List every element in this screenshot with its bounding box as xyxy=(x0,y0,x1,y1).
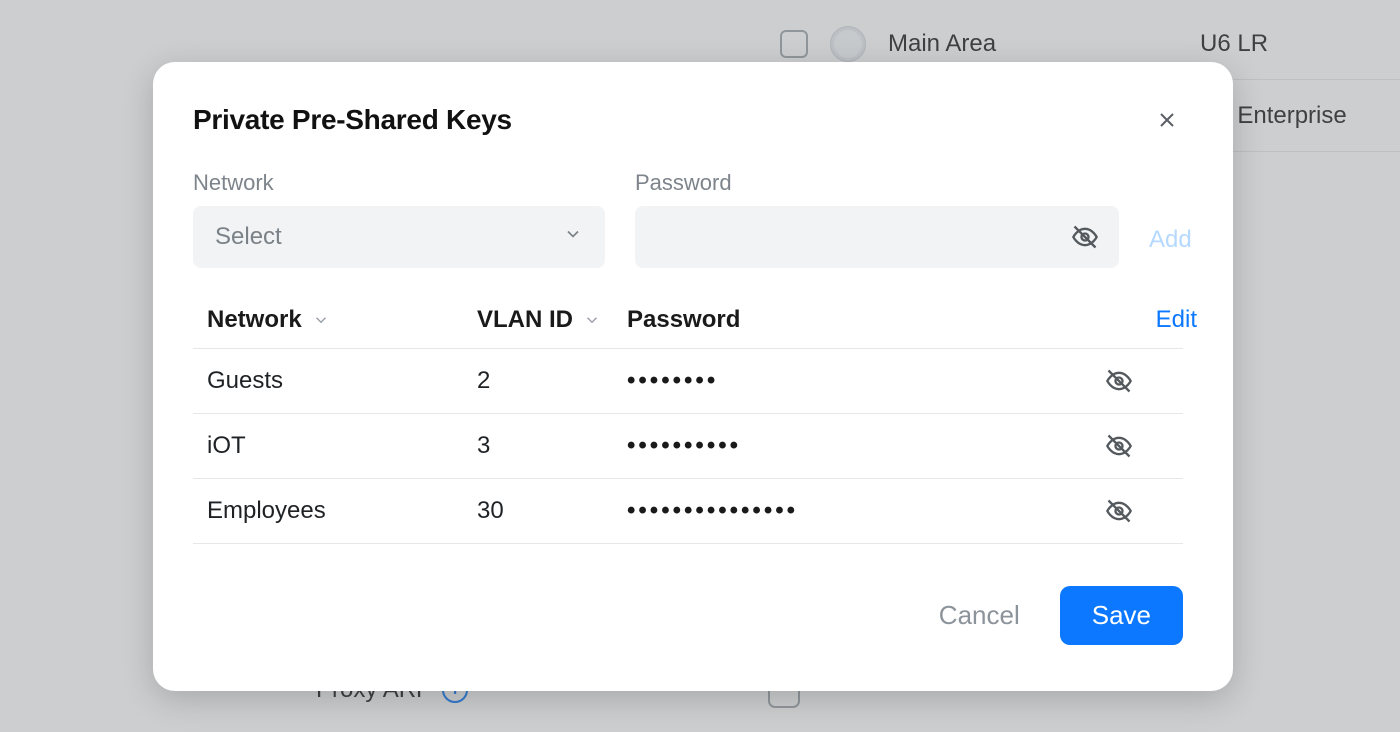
cell-network: Guests xyxy=(207,367,477,395)
cell-vlan: 3 xyxy=(477,432,627,460)
save-button[interactable]: Save xyxy=(1060,586,1183,645)
ppsk-modal: Private Pre-Shared Keys Network Select P… xyxy=(153,62,1233,691)
network-select-placeholder: Select xyxy=(215,223,282,251)
add-button[interactable]: Add xyxy=(1149,226,1192,268)
eye-off-icon xyxy=(1105,367,1133,395)
edit-link[interactable]: Edit xyxy=(1137,306,1197,334)
ppsk-table: Network VLAN ID Password Edit Guests 2 •… xyxy=(193,298,1183,544)
password-field-group: Password xyxy=(635,170,1119,268)
close-icon xyxy=(1155,108,1179,132)
reveal-password[interactable] xyxy=(1101,428,1137,464)
table-row: Guests 2 •••••••• xyxy=(193,349,1183,414)
password-input[interactable] xyxy=(657,223,1067,251)
eye-off-icon xyxy=(1105,432,1133,460)
cell-vlan: 30 xyxy=(477,497,627,525)
chevron-down-icon xyxy=(563,223,583,251)
col-network[interactable]: Network xyxy=(207,306,477,334)
password-label: Password xyxy=(635,170,1119,196)
cancel-button[interactable]: Cancel xyxy=(939,600,1020,631)
toggle-password-visibility[interactable] xyxy=(1067,219,1103,255)
cell-password: ••••••••••••••• xyxy=(627,497,1027,525)
cell-network: iOT xyxy=(207,432,477,460)
cell-vlan: 2 xyxy=(477,367,627,395)
reveal-password[interactable] xyxy=(1101,493,1137,529)
col-password: Password xyxy=(627,306,1027,334)
chevron-down-icon xyxy=(583,311,601,329)
eye-off-icon xyxy=(1105,497,1133,525)
chevron-down-icon xyxy=(312,311,330,329)
cell-password: •••••••• xyxy=(627,367,1027,395)
table-row: Employees 30 ••••••••••••••• xyxy=(193,479,1183,544)
eye-off-icon xyxy=(1071,223,1099,251)
network-label: Network xyxy=(193,170,605,196)
table-header: Network VLAN ID Password Edit xyxy=(193,298,1183,349)
close-button[interactable] xyxy=(1151,104,1183,136)
network-select-field: Network Select xyxy=(193,170,605,268)
network-select[interactable]: Select xyxy=(193,206,605,268)
password-input-wrap xyxy=(635,206,1119,268)
col-vlan[interactable]: VLAN ID xyxy=(477,306,627,334)
cell-network: Employees xyxy=(207,497,477,525)
cell-password: •••••••••• xyxy=(627,432,1027,460)
table-row: iOT 3 •••••••••• xyxy=(193,414,1183,479)
reveal-password[interactable] xyxy=(1101,363,1137,399)
modal-title: Private Pre-Shared Keys xyxy=(193,104,512,136)
